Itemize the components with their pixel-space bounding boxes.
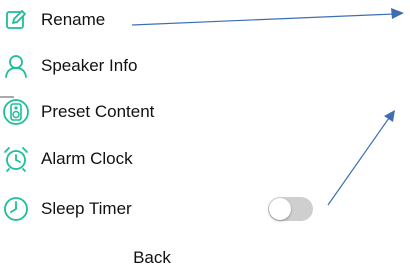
person-icon xyxy=(2,52,30,80)
menu-item-alarm-clock[interactable]: Alarm Clock xyxy=(0,139,410,179)
back-button[interactable]: Back xyxy=(122,246,182,270)
edit-icon xyxy=(2,6,30,34)
alarm-clock-icon xyxy=(2,145,30,173)
menu-item-sleep-timer: Sleep Timer xyxy=(0,189,260,229)
toggle-knob xyxy=(269,198,291,220)
menu-item-label: Rename xyxy=(41,10,106,29)
menu-item-label: Alarm Clock xyxy=(41,149,133,168)
menu-item-label: Sleep Timer xyxy=(41,199,132,218)
menu-item-preset-content[interactable]: Preset Content xyxy=(0,92,410,132)
sleep-timer-toggle[interactable] xyxy=(268,197,313,221)
menu-item-rename[interactable]: Rename xyxy=(0,0,410,40)
menu-item-label: Speaker Info xyxy=(41,56,138,75)
speaker-icon xyxy=(2,98,30,126)
menu-item-speaker-info[interactable]: Speaker Info xyxy=(0,46,410,86)
clock-icon xyxy=(2,195,30,223)
menu-item-label: Preset Content xyxy=(41,102,155,121)
